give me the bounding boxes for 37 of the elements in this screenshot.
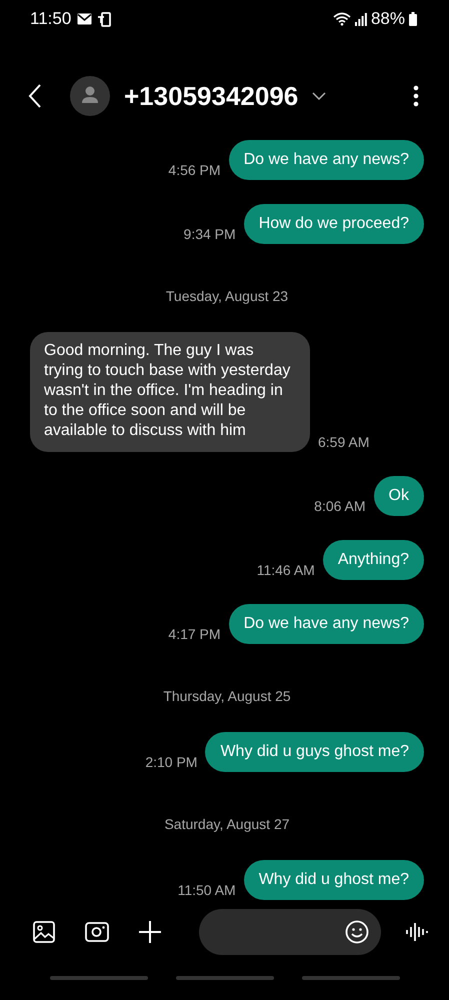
- emoji-icon[interactable]: [345, 920, 369, 944]
- signal-icon: [354, 12, 367, 26]
- mail-icon: [77, 13, 92, 25]
- message-time: 6:59 AM: [318, 434, 370, 452]
- sent-message[interactable]: Anything?: [322, 540, 424, 580]
- camera-button[interactable]: [85, 921, 109, 943]
- add-button[interactable]: [139, 921, 161, 943]
- date-separator: Tuesday, August 23: [166, 288, 288, 304]
- message-time: 11:46 AM: [256, 562, 315, 580]
- back-button[interactable]: [28, 83, 42, 109]
- wifi-icon: [332, 12, 351, 26]
- status-time: 11:50: [30, 9, 72, 29]
- sent-message[interactable]: Why did u ghost me?: [244, 860, 424, 900]
- voice-button[interactable]: [405, 921, 429, 943]
- contact-number[interactable]: +13059342096: [124, 80, 298, 112]
- sent-message[interactable]: How do we proceed?: [244, 204, 424, 244]
- date-separator: Saturday, August 27: [164, 816, 290, 832]
- message-time: 8:06 AM: [314, 498, 366, 516]
- message-time: 4:56 PM: [168, 162, 221, 180]
- received-message[interactable]: Good morning. The guy I was trying to touch base with yesterday wasn't in the office. I'm heading in to the office soon and will be available to discuss with him: [30, 332, 310, 452]
- chevron-down-icon[interactable]: [312, 92, 326, 100]
- sent-message[interactable]: Do we have any news?: [228, 604, 424, 644]
- sent-message[interactable]: Do we have any news?: [228, 140, 424, 180]
- message-time: 9:34 PM: [184, 226, 236, 244]
- phone-icon: [98, 12, 112, 26]
- battery-percent: 88%: [370, 9, 405, 29]
- sent-message[interactable]: Ok: [374, 476, 424, 516]
- date-separator: Thursday, August 25: [163, 688, 291, 704]
- message-time: 2:10 PM: [145, 754, 198, 772]
- gallery-button[interactable]: [33, 921, 55, 943]
- message-time: 11:50 AM: [178, 882, 236, 900]
- message-time: 4:17 PM: [168, 626, 221, 644]
- message-input[interactable]: [199, 909, 381, 955]
- more-options-button[interactable]: [413, 85, 419, 107]
- avatar-icon: [70, 76, 110, 116]
- sent-message[interactable]: Why did u guys ghost me?: [205, 732, 424, 772]
- battery-icon: [409, 12, 417, 26]
